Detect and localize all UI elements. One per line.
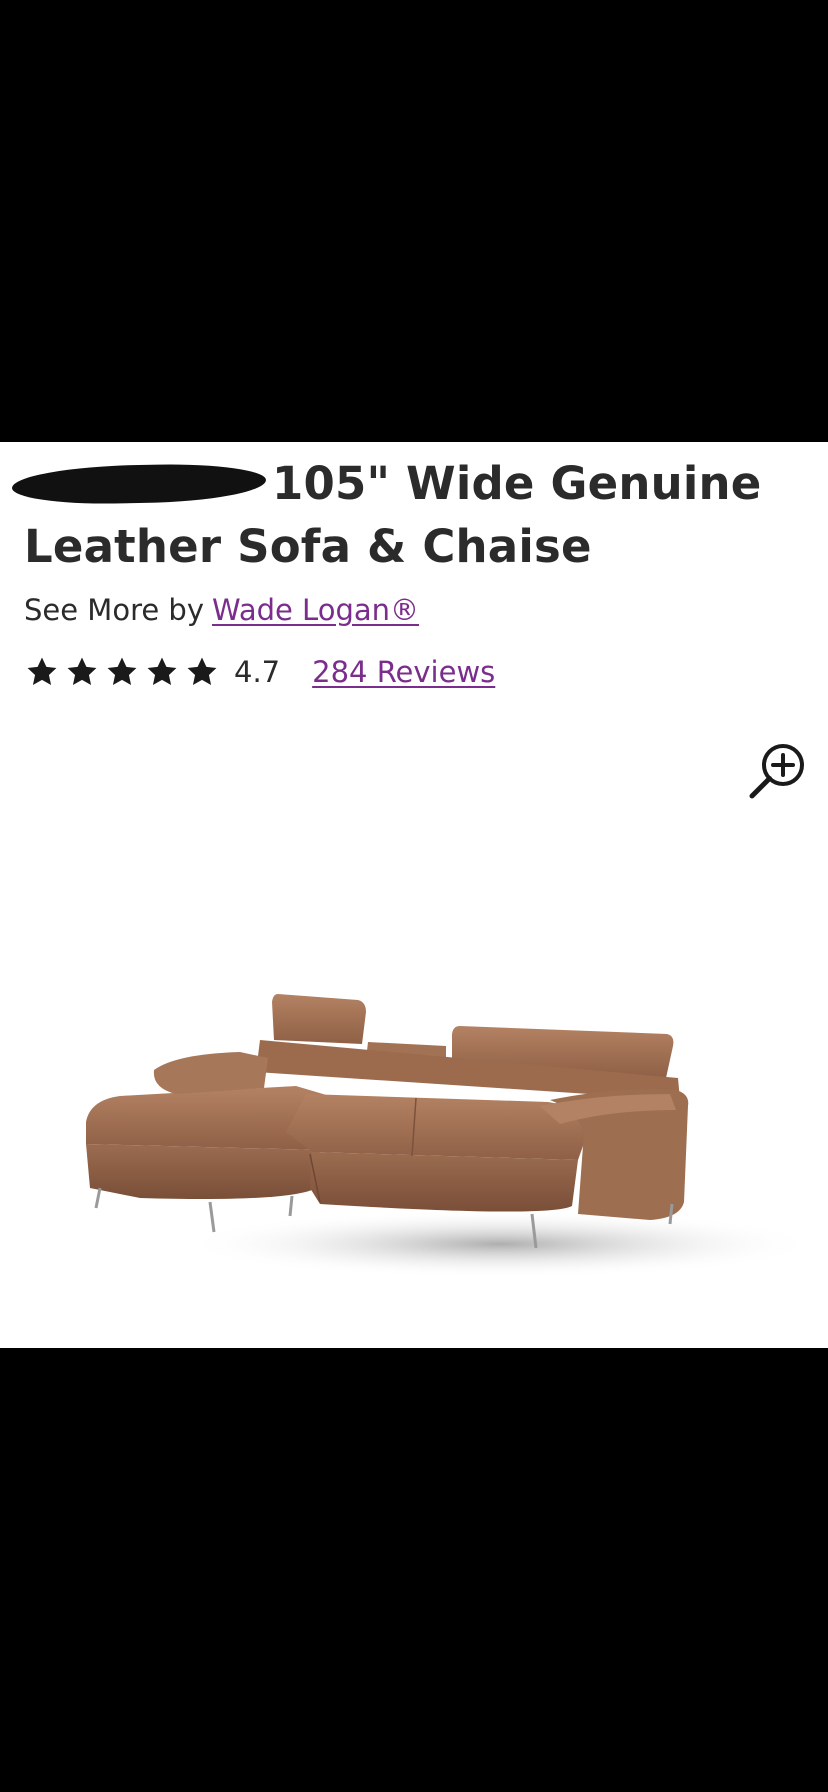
see-more-label: See More by — [24, 593, 204, 627]
star-icon — [107, 657, 137, 686]
zoom-button[interactable] — [748, 740, 810, 802]
product-title: 105" Wide Genuine Leather Sofa & Chaise — [11, 452, 804, 578]
letterbox-top — [0, 0, 828, 442]
reviews-link[interactable]: 284 Reviews — [312, 655, 495, 689]
star-icon — [27, 657, 57, 686]
product-panel: 105" Wide Genuine Leather Sofa & Chaise … — [0, 442, 828, 1348]
product-header: 105" Wide Genuine Leather Sofa & Chaise … — [11, 452, 804, 628]
zoom-in-icon — [749, 744, 804, 799]
star-rating — [24, 655, 224, 689]
product-image — [86, 994, 820, 1278]
star-icon — [187, 657, 217, 686]
star-icon — [147, 657, 177, 686]
letterbox-bottom — [0, 1348, 828, 1792]
star-icon — [67, 657, 97, 686]
rating-row: 4.7 284 Reviews — [24, 652, 495, 692]
see-more-by: See More by Wade Logan® — [24, 592, 804, 628]
brand-link[interactable]: Wade Logan® — [212, 593, 419, 627]
redacted-name-mark — [11, 462, 267, 506]
rating-value: 4.7 — [234, 655, 281, 689]
